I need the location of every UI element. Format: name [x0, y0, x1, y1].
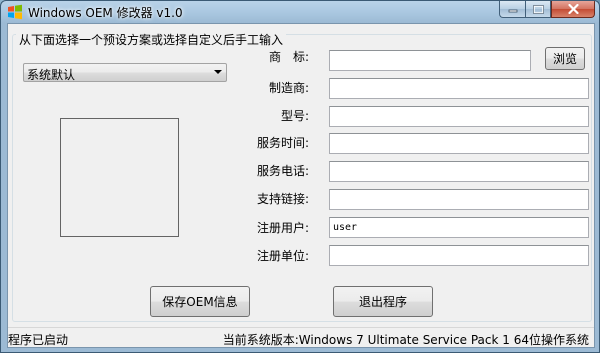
title-bar[interactable]: Windows OEM 修改器 v1.0: [1, 1, 599, 23]
preset-dropdown[interactable]: 系统默认: [23, 63, 227, 82]
minimize-button[interactable]: [499, 1, 525, 18]
registered-org-field[interactable]: [329, 245, 589, 266]
label-logo: 商 标:: [268, 50, 309, 64]
save-oem-button[interactable]: 保存OEM信息: [150, 286, 250, 317]
manufacturer-field[interactable]: [329, 78, 589, 99]
support-phone-field[interactable]: [329, 161, 589, 182]
close-button[interactable]: [551, 1, 595, 18]
exit-button[interactable]: 退出程序: [333, 286, 433, 317]
maximize-icon: [532, 4, 544, 14]
label-support-url: 支持链接:: [256, 192, 309, 206]
label-model: 型号:: [280, 109, 309, 123]
browse-button[interactable]: 浏览: [545, 47, 585, 70]
os-version-status: 当前系统版本:Windows 7 Ultimate Service Pack 1…: [222, 333, 589, 347]
preset-selected-value: 系统默认: [27, 68, 76, 82]
caption-buttons: [499, 1, 595, 19]
registered-owner-field[interactable]: user: [329, 217, 589, 238]
model-field[interactable]: [329, 106, 589, 127]
preset-groupbox: 从下面选择一个预设方案或选择自定义后手工输入 系统默认 商 标: 制造商: 型号…: [12, 34, 592, 322]
support-hours-field[interactable]: [329, 133, 589, 154]
logo-preview[interactable]: [60, 118, 179, 237]
label-registered-org: 注册单位:: [256, 249, 309, 263]
status-message: 程序已启动: [8, 333, 69, 347]
label-support-phone: 服务电话:: [256, 164, 309, 178]
close-icon: [567, 4, 579, 14]
label-manufacturer: 制造商:: [268, 81, 309, 95]
app-window: Windows OEM 修改器 v1.0 从下面选择一个预设方案或选择自定义后手…: [0, 0, 600, 353]
client-area: 从下面选择一个预设方案或选择自定义后手工输入 系统默认 商 标: 制造商: 型号…: [7, 23, 595, 348]
maximize-button[interactable]: [525, 1, 551, 18]
groupbox-legend: 从下面选择一个预设方案或选择自定义后手工输入: [16, 34, 287, 47]
support-url-field[interactable]: [329, 189, 589, 210]
label-support-hours: 服务时间:: [256, 136, 309, 150]
window-title: Windows OEM 修改器 v1.0: [28, 6, 183, 20]
logo-path-field[interactable]: [329, 50, 531, 71]
minimize-icon: [508, 9, 517, 13]
label-registered-owner: 注册用户:: [256, 221, 309, 235]
windows-logo-icon: [8, 4, 22, 20]
status-bar: 程序已启动 当前系统版本:Windows 7 Ultimate Service …: [8, 327, 594, 348]
chevron-down-icon: [214, 70, 222, 74]
